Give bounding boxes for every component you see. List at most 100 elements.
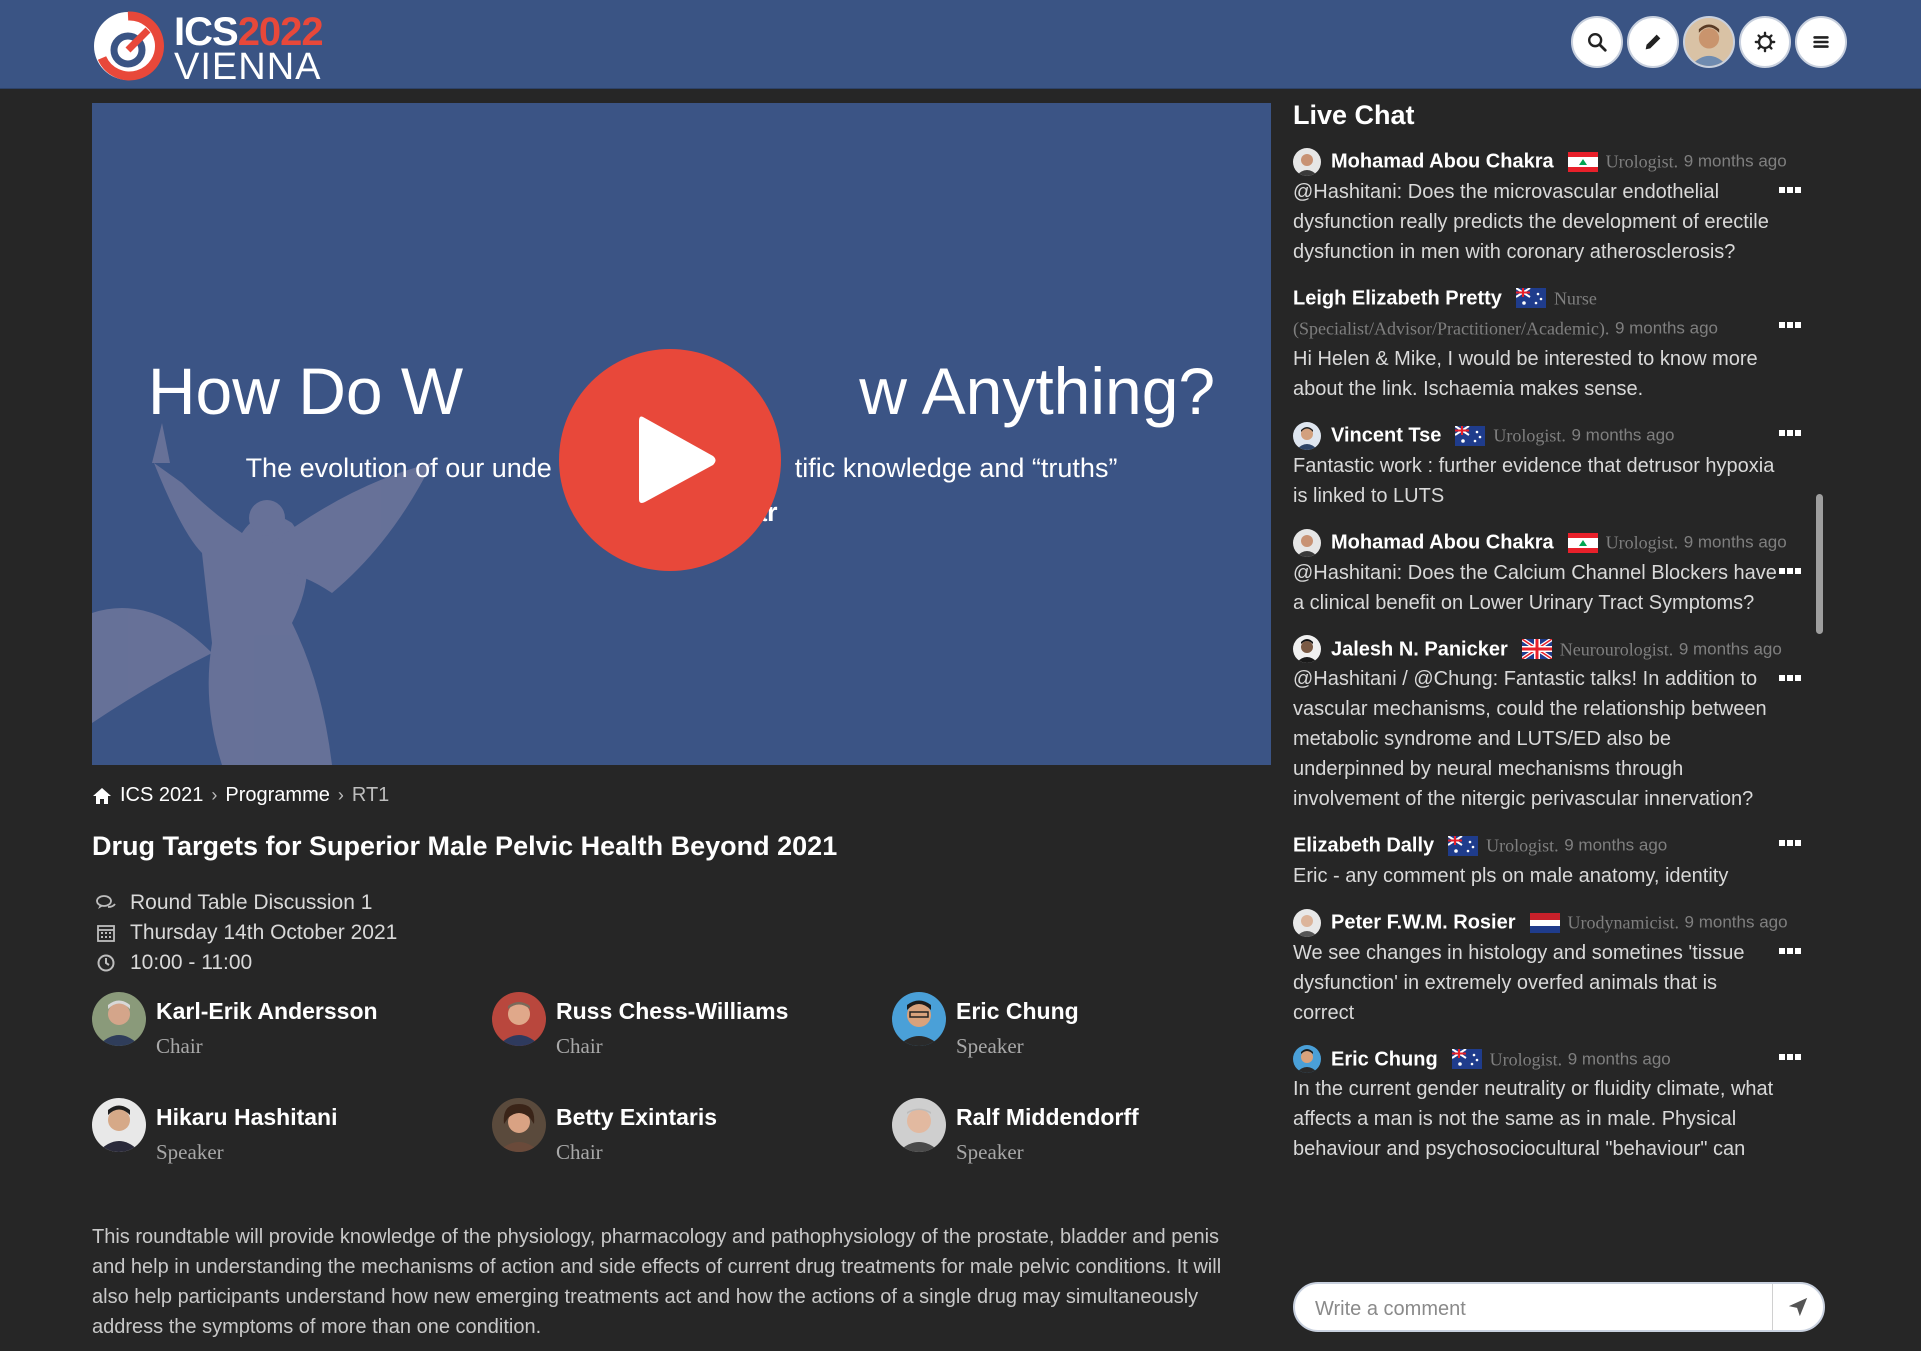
speaker-card[interactable]: Ralf Middendorff Speaker [892, 1098, 1282, 1168]
home-icon[interactable] [92, 787, 112, 805]
menu-icon [1813, 36, 1829, 48]
chat-user-name[interactable]: Eric Chung [1331, 1048, 1438, 1070]
chat-user-role: Neurourologist. [1559, 639, 1674, 660]
speaker-avatar [892, 992, 946, 1046]
live-chat-title: Live Chat [1293, 100, 1415, 130]
speaker-avatar [92, 992, 146, 1046]
chat-message-text: @Hashitani / @Chung: Fantastic talks! In… [1293, 668, 1767, 811]
ics-logo[interactable]: ICS2022 VIENNA [90, 6, 350, 88]
search-button[interactable] [1571, 16, 1623, 68]
chat-time-ago: 9 months ago [1564, 836, 1668, 856]
more-options-icon[interactable] [1779, 839, 1801, 847]
session-time: 10:00 - 11:00 [96, 951, 252, 975]
send-button[interactable] [1772, 1284, 1823, 1330]
chevron-right-icon: › [211, 785, 218, 805]
chat-user-name[interactable]: Mohamad Abou Chakra [1331, 532, 1554, 554]
chat-time-ago: 9 months ago [1678, 639, 1782, 659]
speaker-name: Betty Exintaris [556, 1104, 718, 1130]
breadcrumb-programme-link[interactable]: Programme [225, 784, 329, 807]
user-avatar [1293, 635, 1321, 664]
speaker-role: Chair [156, 1034, 203, 1058]
more-options-icon[interactable] [1779, 186, 1801, 194]
breadcrumb: ICS 2021 › Programme › RT1 [92, 784, 389, 807]
chat-user-name[interactable]: Mohamad Abou Chakra [1331, 151, 1554, 173]
more-options-icon[interactable] [1779, 1053, 1801, 1061]
pencil-icon [1645, 34, 1661, 50]
chat-time-ago: 9 months ago [1684, 912, 1788, 932]
chat-message-text: @Hashitani: Does the microvascular endot… [1293, 180, 1769, 263]
chat-message: Vincent Tse Urologist. 9 months ago Fanta… [1293, 420, 1813, 511]
chat-scrollbar[interactable] [1816, 494, 1823, 634]
australia-flag-icon [1455, 425, 1486, 446]
video-player[interactable]: How Do W w Anything? The evolution of ou… [92, 103, 1271, 765]
more-options-icon[interactable] [1779, 674, 1801, 682]
user-avatar [1293, 908, 1321, 937]
australia-flag-icon [1515, 288, 1546, 309]
top-bar: ICS2022 VIENNA [0, 0, 1921, 89]
chat-user-name[interactable]: Vincent Tse [1331, 425, 1441, 447]
speaker-card[interactable]: Betty Exintaris Chair [492, 1098, 882, 1168]
speaker-name: Eric Chung [956, 998, 1079, 1024]
ics-logo-mark-icon [94, 11, 164, 81]
chat-user-name[interactable]: Jalesh N. Panicker [1331, 638, 1508, 660]
speaker-avatar [492, 1098, 546, 1152]
chat-user-role: Urologist. [1493, 425, 1566, 446]
lebanon-flag-icon [1567, 151, 1598, 172]
chat-message-text: @Hashitani: Does the Calcium Channel Blo… [1293, 561, 1777, 614]
speaker-card[interactable]: Russ Chess-Williams Chair [492, 992, 882, 1062]
play-icon [639, 416, 716, 503]
speaker-role: Chair [556, 1140, 603, 1164]
user-avatar-button[interactable] [1683, 16, 1735, 68]
edit-button[interactable] [1627, 16, 1679, 68]
chat-message-text: Fantastic work : further evidence that d… [1293, 454, 1775, 507]
breadcrumb-current: RT1 [351, 784, 390, 806]
lebanon-flag-icon [1567, 532, 1598, 553]
menu-button[interactable] [1795, 16, 1847, 68]
user-avatar [1293, 147, 1321, 176]
chat-message-text: In the current gender neutrality or flui… [1293, 1078, 1774, 1161]
speaker-role: Chair [556, 1034, 603, 1058]
chat-message: Eric Chung Urologist. 9 months ago In the… [1293, 1044, 1813, 1165]
more-options-icon[interactable] [1779, 321, 1801, 329]
calendar-icon [97, 925, 115, 942]
chat-message: Jalesh N. Panicker Neurourologist. 9 mont… [1293, 634, 1813, 815]
session-date-text: Thursday 14th October 2021 [130, 921, 398, 944]
speaker-role: Speaker [956, 1034, 1024, 1058]
chat-user-role: Urodynamicist. [1567, 912, 1679, 933]
gear-icon [1754, 31, 1776, 53]
comment-input[interactable] [1313, 1292, 1737, 1326]
speaker-name: Karl-Erik Andersson [156, 998, 378, 1024]
chat-user-name[interactable]: Peter F.W.M. Rosier [1331, 912, 1516, 934]
chat-bubbles-icon [96, 895, 116, 909]
speaker-card[interactable]: Eric Chung Speaker [892, 992, 1282, 1062]
chat-message-list[interactable]: Mohamad Abou Chakra Urologist. 9 months a… [1293, 146, 1813, 1258]
session-title: Drug Targets for Superior Male Pelvic He… [92, 831, 838, 861]
settings-button[interactable] [1739, 16, 1791, 68]
chat-user-name[interactable]: Elizabeth Dally [1293, 835, 1434, 857]
search-icon [1588, 33, 1607, 52]
comment-box [1293, 1282, 1825, 1332]
user-avatar [1293, 421, 1321, 450]
australia-flag-icon [1448, 836, 1479, 857]
netherlands-flag-icon [1529, 912, 1560, 933]
avatar [1685, 18, 1733, 66]
logo-text-vienna: VIENNA [174, 46, 322, 88]
session-type-text: Round Table Discussion 1 [130, 891, 373, 914]
speaker-role: Speaker [156, 1140, 224, 1164]
chat-message: Elizabeth Dally Urologist. 9 months ago E… [1293, 830, 1813, 891]
session-description: This roundtable will provide knowledge o… [92, 1226, 1222, 1338]
speaker-card[interactable]: Hikaru Hashitani Speaker [92, 1098, 482, 1168]
session-date: Thursday 14th October 2021 [96, 921, 397, 945]
more-options-icon[interactable] [1779, 429, 1801, 437]
more-options-icon[interactable] [1779, 567, 1801, 575]
play-button[interactable] [559, 349, 781, 571]
australia-flag-icon [1451, 1049, 1482, 1070]
chat-user-role: Urologist. [1486, 836, 1559, 857]
chat-user-name[interactable]: Leigh Elizabeth Pretty [1293, 287, 1502, 309]
chat-user-role: Urologist. [1605, 532, 1679, 553]
more-options-icon[interactable] [1779, 947, 1801, 955]
send-icon [1788, 1297, 1808, 1317]
chat-message-text: We see changes in histology and sometine… [1293, 941, 1745, 1024]
breadcrumb-home-link[interactable]: ICS 2021 [120, 784, 203, 807]
speaker-card[interactable]: Karl-Erik Andersson Chair [92, 992, 482, 1062]
